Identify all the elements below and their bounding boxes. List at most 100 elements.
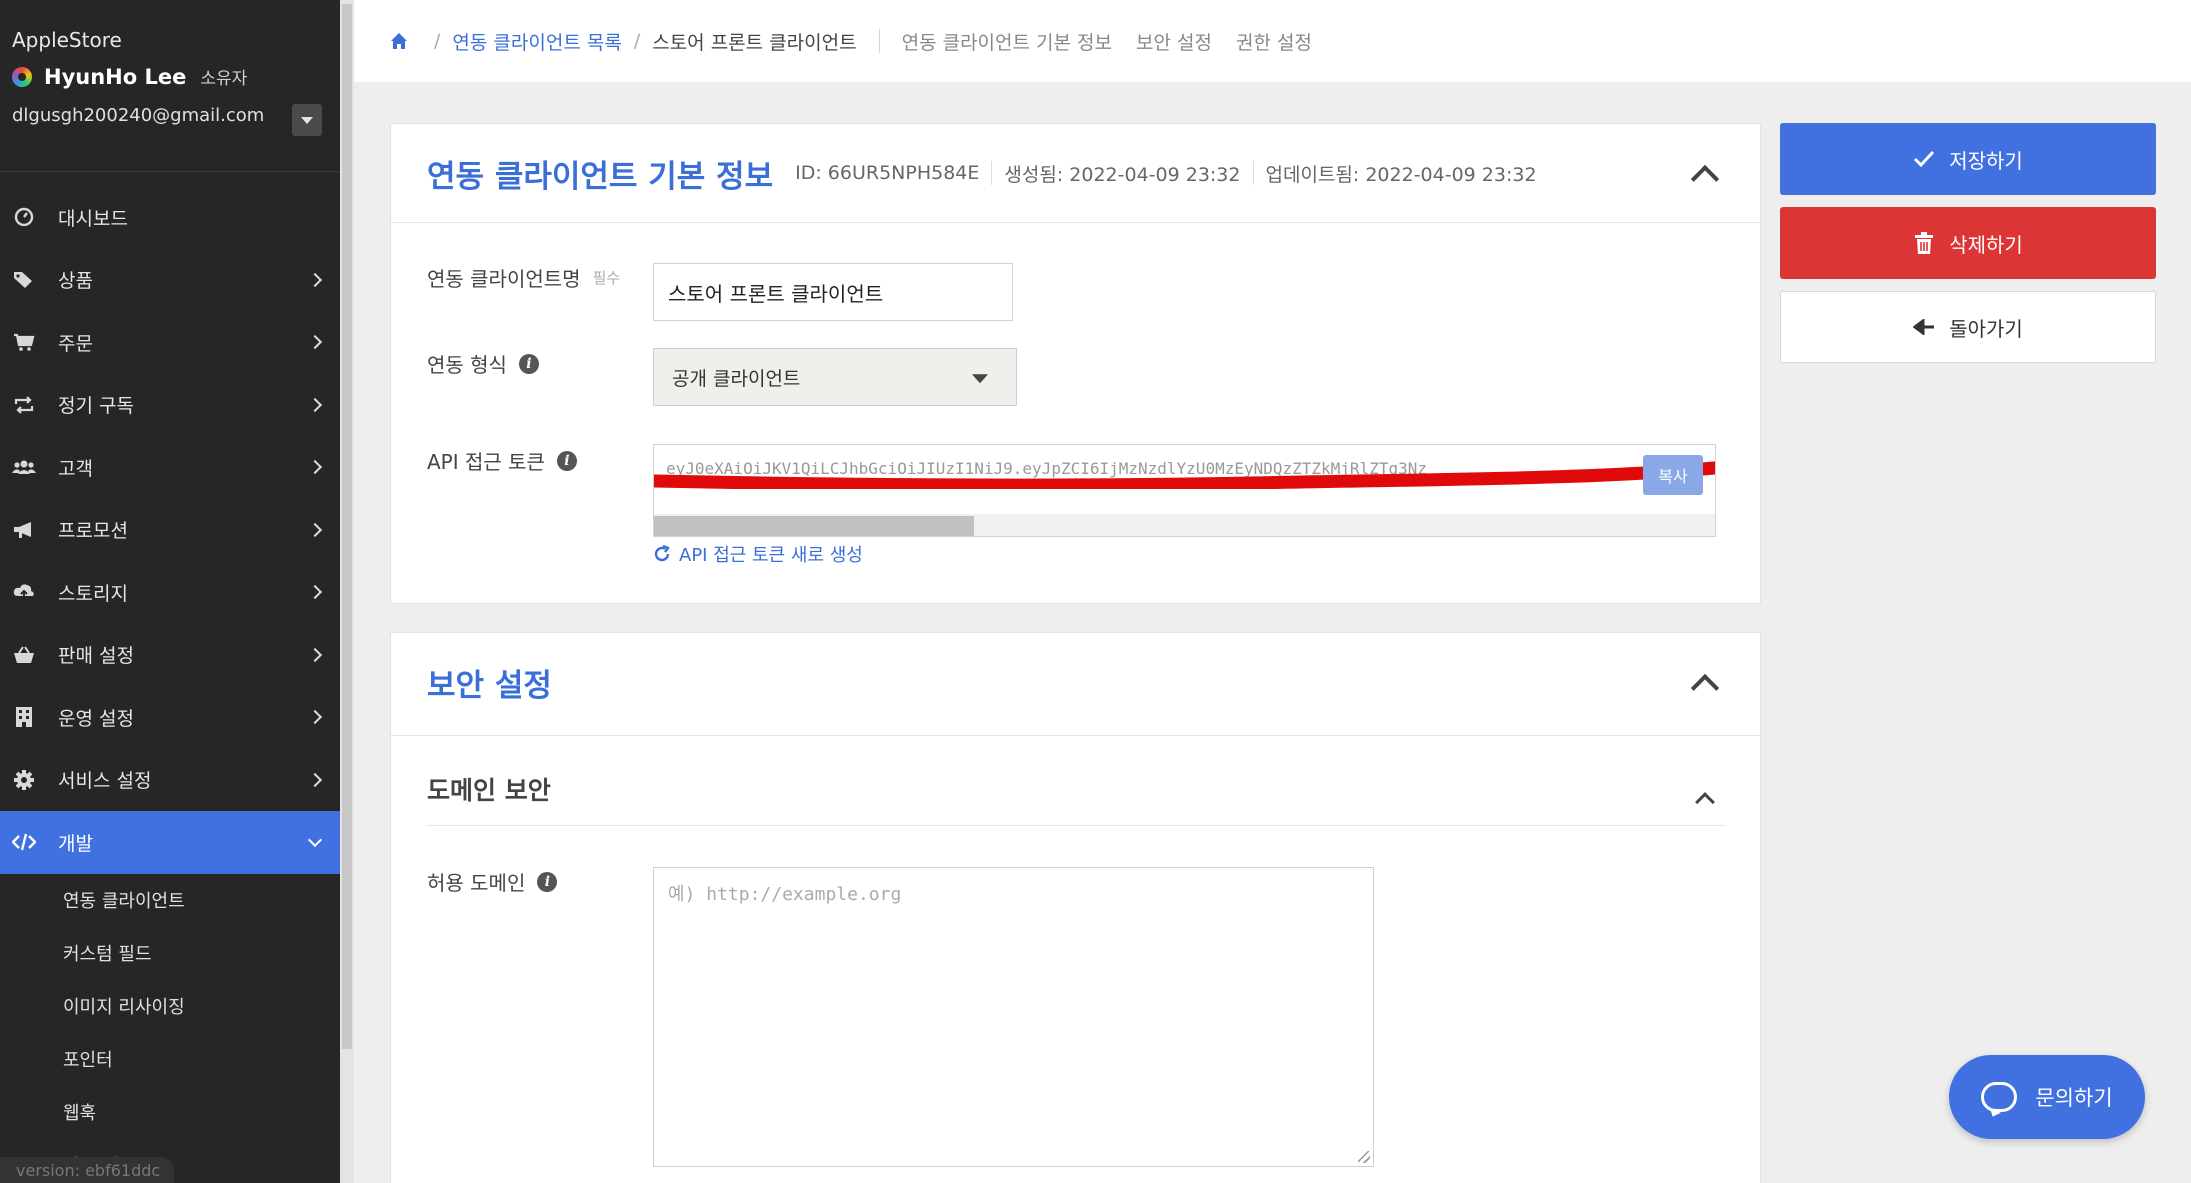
delete-button-label: 삭제하기 [1949,232,2023,257]
back-button-label: 돌아가기 [1949,316,2023,341]
code-icon [12,830,36,854]
divider [1252,161,1254,185]
sidebar-item-customers[interactable]: 고객 [0,436,340,499]
chat-button-label: 문의하기 [2035,1086,2113,1110]
chevron-right-icon [307,397,323,412]
client-type-label: 연동 형식 i [427,349,539,378]
chevron-right-icon [307,772,323,787]
submenu-item-pointer[interactable]: 포인터 [0,1033,340,1086]
chevron-right-icon [307,272,323,287]
development-submenu: 연동 클라이언트 커스텀 필드 이미지 리사이징 포인터 웹훅 외부 연동 [0,874,340,1183]
breadcrumb-clients-link[interactable]: 연동 클라이언트 목록 [452,28,621,55]
breadcrumb-current: 스토어 프론트 클라이언트 [652,31,857,54]
sidebar-item-storage[interactable]: 스토리지 [0,561,340,624]
resize-handle[interactable] [1358,1151,1370,1163]
regenerate-token-link[interactable]: API 접근 토큰 새로 생성 [653,541,863,567]
api-token-label-text: API 접근 토큰 [427,450,545,474]
sidebar-item-label: 스토리지 [58,582,128,605]
scrollbar-thumb[interactable] [342,4,352,1049]
submenu-item-clients[interactable]: 연동 클라이언트 [0,874,340,927]
updated-at: 업데이트됨: 2022-04-09 23:32 [1265,163,1537,186]
token-horizontal-scrollbar[interactable] [654,514,1715,536]
allowed-domain-label-text: 허용 도메인 [427,871,526,895]
card-header: 연동 클라이언트 기본 정보 ID: 66UR5NPH584E 생성됨: 202… [427,138,1537,208]
sidebar-scrollbar[interactable] [340,0,354,1183]
cloud-upload-icon [12,580,36,604]
sidebar-item-label: 판매 설정 [58,645,134,668]
info-icon[interactable]: i [537,871,558,892]
version-label: version: ebf61ddc [0,1157,175,1183]
anchor-permissions[interactable]: 권한 설정 [1236,28,1312,55]
divider [391,735,1760,736]
submenu-item-image-resizing[interactable]: 이미지 리사이징 [0,980,340,1033]
collapse-chevron-icon[interactable] [1690,673,1720,703]
user-name: HyunHo Lee [44,64,187,89]
sidebar: AppleStore HyunHo Lee 소유자 dlgusgh200240@… [0,0,340,1183]
user-info: HyunHo Lee 소유자 [12,64,340,89]
megaphone-icon [12,518,36,542]
client-type-select[interactable]: 공개 클라이언트 [653,348,1017,406]
copy-token-button[interactable]: 복사 [1643,455,1703,495]
collapse-chevron-icon[interactable] [1690,164,1720,194]
required-badge: 필수 [592,269,621,287]
client-id: ID: 66UR5NPH584E [795,162,980,184]
client-name-label-text: 연동 클라이언트명 [427,267,581,291]
sidebar-item-products[interactable]: 상품 [0,249,340,312]
scrollbar-thumb[interactable] [654,516,974,536]
sidebar-item-label: 서비스 설정 [58,770,152,793]
chevron-right-icon [307,710,323,725]
sidebar-item-dashboard[interactable]: 대시보드 [0,186,340,249]
security-card: 보안 설정 도메인 보안 허용 도메인 i 예) http://example.… [390,632,1761,1183]
sidebar-item-service-settings[interactable]: 서비스 설정 [0,749,340,812]
sidebar-item-label: 운영 설정 [58,707,134,730]
gear-icon [12,768,36,792]
allowed-domain-label: 허용 도메인 i [427,867,558,896]
sidebar-item-sales-settings[interactable]: 판매 설정 [0,624,340,687]
sidebar-item-label: 고객 [58,457,93,480]
anchor-basic-info[interactable]: 연동 클라이언트 기본 정보 [902,28,1112,55]
avatar [12,66,32,87]
inquiry-chat-button[interactable]: 문의하기 [1949,1055,2145,1139]
home-icon[interactable] [390,32,408,50]
sidebar-item-development[interactable]: 개발 [0,811,340,874]
building-icon [12,705,36,729]
sidebar-item-promotions[interactable]: 프로모션 [0,499,340,562]
api-token-field[interactable]: eyJ0eXAiOiJKV1QiLCJhbGciOiJIUzI1NiJ9.eyJ… [653,444,1716,537]
back-button[interactable]: 돌아가기 [1780,291,2156,363]
sidebar-item-label: 주문 [58,332,93,355]
client-name-label: 연동 클라이언트명 필수 [427,263,620,292]
users-icon [12,455,36,479]
client-name-value: 스토어 프론트 클라이언트 [668,281,884,306]
sidebar-item-subscriptions[interactable]: 정기 구독 [0,374,340,437]
sidebar-item-operation-settings[interactable]: 운영 설정 [0,686,340,749]
chevron-right-icon [307,335,323,350]
account-dropdown-button[interactable] [292,104,322,136]
caret-down-icon [972,374,988,384]
chevron-right-icon [307,522,323,537]
repeat-icon [12,393,36,417]
regenerate-token-label: API 접근 토큰 새로 생성 [679,545,863,566]
user-email: dlgusgh200240@gmail.com [12,105,265,126]
submenu-item-custom-fields[interactable]: 커스텀 필드 [0,927,340,980]
sidebar-item-label: 개발 [58,832,93,855]
delete-button[interactable]: 삭제하기 [1780,207,2156,279]
domain-security-title: 도메인 보안 [427,776,551,805]
allowed-domain-placeholder: 예) http://example.org [668,884,902,905]
sidebar-nav: 대시보드 상품 주문 정기 구독 고객 프로모션 스토리지 판매 설정 운영 설… [0,186,340,1183]
api-token-label: API 접근 토큰 i [427,446,577,475]
collapse-chevron-icon[interactable] [1695,792,1715,812]
trash-icon [1913,232,1935,254]
info-icon[interactable]: i [518,353,539,374]
allowed-domain-textarea[interactable]: 예) http://example.org [653,867,1374,1167]
client-name-input[interactable]: 스토어 프론트 클라이언트 [653,263,1013,321]
basket-icon [12,643,36,667]
sidebar-item-orders[interactable]: 주문 [0,311,340,374]
anchor-security[interactable]: 보안 설정 [1136,28,1212,55]
chevron-right-icon [307,647,323,662]
arrow-left-icon [1913,316,1935,338]
client-type-label-text: 연동 형식 [427,353,507,377]
info-icon[interactable]: i [556,450,577,471]
check-icon [1913,148,1935,170]
submenu-item-webhooks[interactable]: 웹훅 [0,1086,340,1139]
save-button[interactable]: 저장하기 [1780,123,2156,195]
